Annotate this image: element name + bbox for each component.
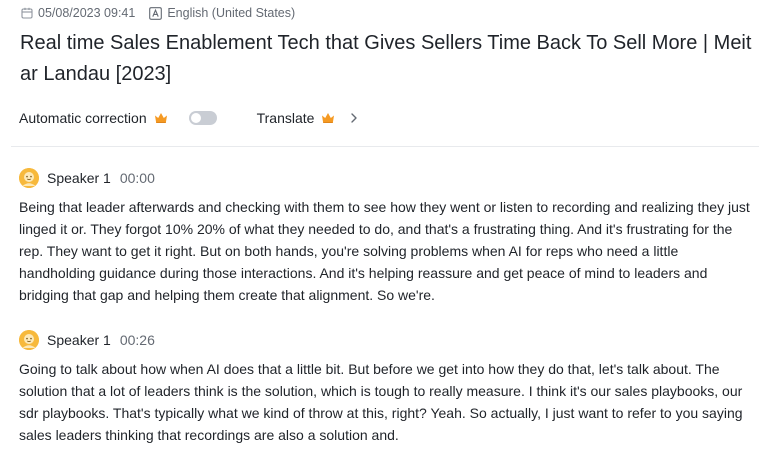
speaker-row: Speaker 1 00:00 bbox=[19, 168, 754, 188]
meta-language-text: English (United States) bbox=[167, 6, 296, 20]
chevron-right-icon bbox=[350, 112, 360, 124]
meta-datetime-text: 05/08/2023 09:41 bbox=[38, 6, 136, 20]
divider bbox=[11, 146, 759, 147]
transcript-segment: Speaker 1 00:26 Going to talk about how … bbox=[19, 330, 754, 446]
crown-icon bbox=[320, 111, 336, 125]
speaker-timestamp[interactable]: 00:00 bbox=[120, 170, 155, 186]
meta-row: 05/08/2023 09:41 English (United States) bbox=[20, 5, 295, 21]
auto-correction-label: Automatic correction bbox=[19, 110, 147, 126]
page-title: Real time Sales Enablement Tech that Giv… bbox=[20, 32, 752, 85]
speaker-avatar[interactable] bbox=[19, 168, 39, 188]
meta-datetime: 05/08/2023 09:41 bbox=[20, 6, 135, 20]
calendar-icon bbox=[20, 7, 33, 20]
meta-language: English (United States) bbox=[149, 6, 295, 20]
controls-row: Automatic correction Translate bbox=[19, 108, 360, 128]
speaker-timestamp[interactable]: 00:26 bbox=[120, 332, 155, 348]
speaker-name[interactable]: Speaker 1 bbox=[47, 170, 111, 186]
transcript-text: Going to talk about how when AI does tha… bbox=[19, 361, 743, 443]
translate-button[interactable]: Translate bbox=[257, 110, 361, 126]
transcript-text: Being that leader afterwards and checkin… bbox=[19, 199, 750, 303]
transcript-segment: Speaker 1 00:00 Being that leader afterw… bbox=[19, 168, 754, 306]
translate-label: Translate bbox=[256, 110, 315, 126]
auto-correction-toggle[interactable] bbox=[188, 111, 217, 125]
speaker-name[interactable]: Speaker 1 bbox=[47, 332, 111, 348]
language-icon bbox=[149, 6, 163, 20]
speaker-avatar[interactable] bbox=[19, 330, 39, 350]
crown-icon bbox=[153, 111, 169, 125]
speaker-row: Speaker 1 00:26 bbox=[19, 330, 754, 350]
